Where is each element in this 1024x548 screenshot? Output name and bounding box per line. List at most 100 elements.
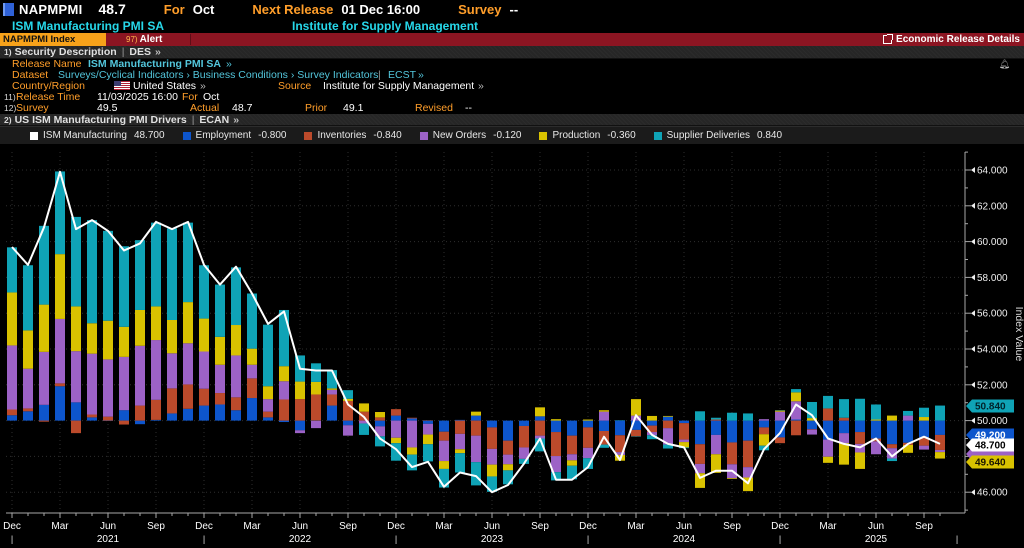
legend-label: Production [552, 130, 600, 141]
legend-item-ism-manufacturing[interactable]: ISM Manufacturing 48.700 [30, 130, 165, 141]
bloomberg-terminal-window: NAPMPMI 48.7 For Oct Next Release 01 Dec… [0, 0, 1024, 548]
legend-item-inventories[interactable]: Inventories-0.840 [304, 130, 401, 141]
svg-text:Jun: Jun [100, 521, 116, 532]
legend-label: ISM Manufacturing [43, 130, 127, 141]
prior-value: 49.1 [343, 103, 363, 114]
separator: | [122, 46, 125, 58]
legend-value: -0.800 [258, 130, 286, 141]
security-name: ISM Manufacturing PMI SA [12, 19, 164, 33]
legend-swatch [183, 132, 191, 140]
header-line1: NAPMPMI 48.7 For Oct Next Release 01 Dec… [0, 0, 1024, 18]
legend-item-supplier-deliveries[interactable]: Supplier Deliveries 0.840 [654, 130, 782, 141]
ticker-symbol: NAPMPMI [19, 2, 83, 17]
svg-text:64.000: 64.000 [977, 166, 1008, 177]
svg-text:|: | [11, 534, 13, 544]
current-value: 48.7 [99, 1, 126, 17]
chevron-right-icon: » [233, 114, 239, 126]
svg-text:Jun: Jun [868, 521, 884, 532]
legend-item-new-orders[interactable]: New Orders -0.120 [420, 130, 522, 141]
source-value-link[interactable]: Institute for Supply Management [323, 81, 474, 92]
svg-text:2023: 2023 [481, 534, 504, 545]
alert-shortcut-number: 97) [126, 35, 138, 44]
revised-value: -- [465, 103, 472, 114]
svg-text:Sep: Sep [723, 521, 741, 532]
row-number: 1) [4, 47, 12, 57]
pmi-drivers-label: US ISM Manufacturing PMI Drivers [15, 114, 187, 126]
legend-value: -0.360 [607, 130, 635, 141]
release-time-row: 11) Release Time 11/03/2025 16:00 For Oc… [0, 92, 1024, 103]
bell-icon[interactable]: 🔔︎ [999, 59, 1010, 70]
legend-value: -0.120 [493, 130, 521, 141]
des-mnemonic[interactable]: DES [129, 46, 151, 58]
svg-text:Jun: Jun [676, 521, 692, 532]
alert-label: Alert [140, 34, 163, 45]
external-link-icon [883, 35, 892, 44]
survey-row-label: Survey [16, 103, 49, 114]
svg-text:Dec: Dec [3, 521, 21, 532]
svg-text:Dec: Dec [579, 521, 597, 532]
svg-text:Jun: Jun [292, 521, 308, 532]
svg-text:49.640: 49.640 [975, 458, 1006, 469]
legend-item-production[interactable]: Production -0.360 [539, 130, 635, 141]
svg-text:Sep: Sep [531, 521, 549, 532]
svg-text:Sep: Sep [915, 521, 933, 532]
legend-item-employment[interactable]: Employment-0.800 [183, 130, 287, 141]
svg-text:Mar: Mar [51, 521, 69, 532]
row-number: 2) [4, 115, 12, 125]
svg-text:|: | [779, 534, 781, 544]
svg-text:Sep: Sep [339, 521, 357, 532]
svg-text:46.000: 46.000 [977, 488, 1008, 499]
survey-row: 12) Survey 49.5 Actual 48.7 Prior 49.1 R… [0, 103, 1024, 114]
row-number: 11) [4, 92, 16, 103]
chevron-right-icon: » [155, 46, 161, 58]
svg-text:Dec: Dec [387, 521, 405, 532]
svg-text:60.000: 60.000 [977, 237, 1008, 248]
svg-text:62.000: 62.000 [977, 201, 1008, 212]
legend-value: 48.700 [134, 130, 165, 141]
svg-text:|: | [203, 534, 205, 544]
actual-label: Actual [190, 103, 219, 114]
prior-label: Prior [305, 103, 327, 114]
svg-text:Mar: Mar [819, 521, 837, 532]
economic-release-details-label: Economic Release Details [896, 34, 1020, 45]
row-number: 12) [4, 103, 16, 114]
svg-text:|: | [587, 534, 589, 544]
svg-text:54.000: 54.000 [977, 345, 1008, 356]
tab-napmpmi-index[interactable]: NAPMPMI Index [0, 33, 106, 46]
for-label: For [164, 2, 185, 17]
legend-swatch [539, 132, 547, 140]
separator: | [192, 114, 195, 126]
svg-text:Sep: Sep [147, 521, 165, 532]
tab-bar: NAPMPMI Index 97) Alert Economic Release… [0, 33, 1024, 46]
pmi-drivers-row[interactable]: 2) US ISM Manufacturing PMI Drivers | EC… [0, 114, 1024, 126]
svg-text:Mar: Mar [435, 521, 453, 532]
legend-value: 0.840 [757, 130, 782, 141]
pmi-drivers-chart-svg: 46.00048.00050.00052.00054.00056.00058.0… [0, 144, 1024, 548]
next-release-label: Next Release [252, 2, 333, 17]
svg-text:2024: 2024 [673, 534, 696, 545]
svg-text:2021: 2021 [97, 534, 120, 545]
security-description-label: Security Description [15, 46, 117, 58]
chart-legend: ISM Manufacturing 48.700 Employment-0.800 I… [0, 126, 1024, 144]
source-organization: Institute for Supply Management [292, 19, 478, 33]
alert-button[interactable]: 97) Alert [126, 33, 162, 46]
ecan-mnemonic[interactable]: ECAN [199, 114, 229, 126]
svg-text:Jun: Jun [484, 521, 500, 532]
svg-text:Mar: Mar [243, 521, 261, 532]
svg-text:Dec: Dec [195, 521, 213, 532]
economic-release-details-link[interactable]: Economic Release Details [883, 33, 1024, 46]
svg-text:|: | [395, 534, 397, 544]
svg-text:Index Value: Index Value [1013, 307, 1024, 362]
survey-value: -- [509, 2, 518, 17]
svg-text:2025: 2025 [865, 534, 888, 545]
divider [190, 34, 191, 45]
legend-label: New Orders [433, 130, 486, 141]
legend-label: Inventories [317, 130, 366, 141]
legend-label: Supplier Deliveries [667, 130, 750, 141]
svg-text:2022: 2022 [289, 534, 312, 545]
legend-swatch [654, 132, 662, 140]
survey-label: Survey [458, 2, 501, 17]
svg-text:50.000: 50.000 [977, 416, 1008, 427]
svg-text:58.000: 58.000 [977, 273, 1008, 284]
svg-text:|: | [956, 534, 958, 544]
